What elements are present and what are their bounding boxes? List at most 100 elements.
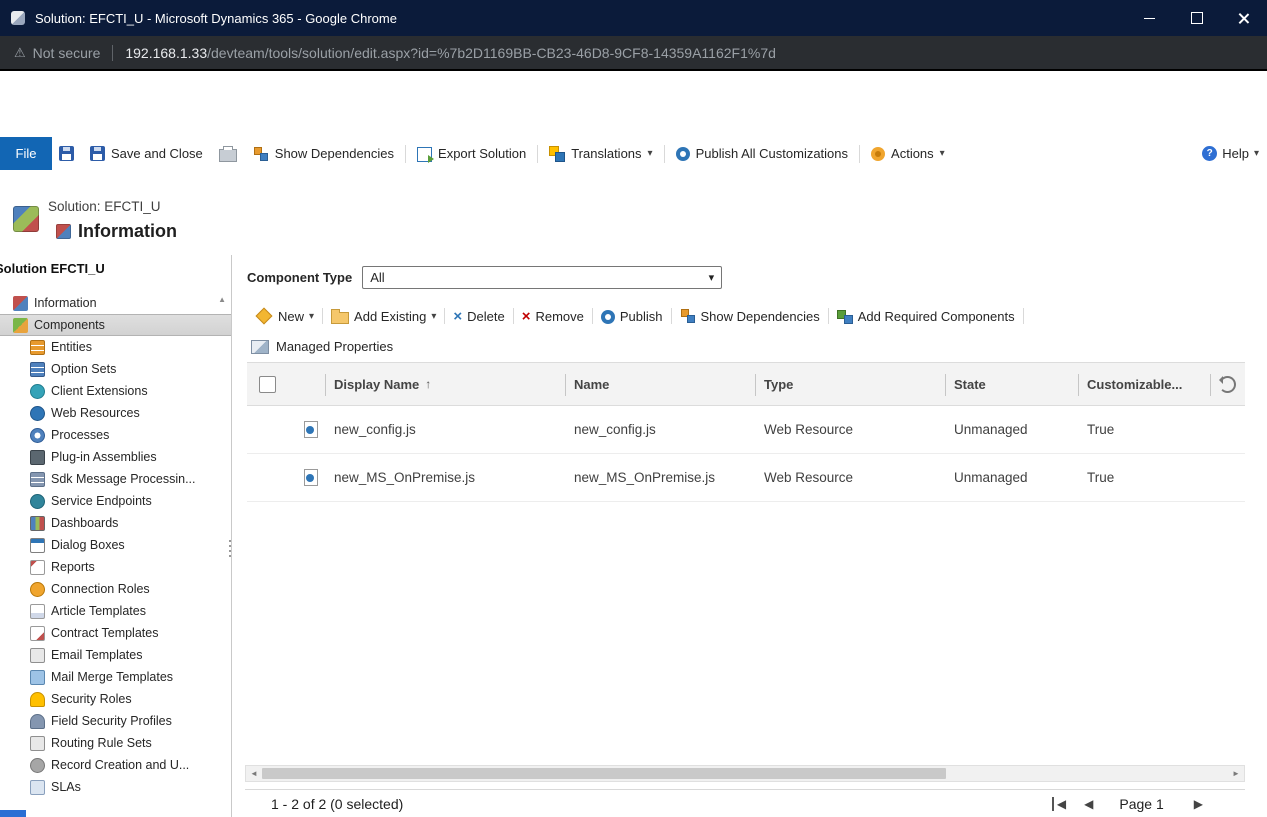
help-button[interactable]: ? Help ▾ xyxy=(1202,146,1267,161)
scrollbar-track[interactable] xyxy=(262,766,1228,781)
url-text[interactable]: 192.168.1.33/devteam/tools/solution/edit… xyxy=(125,45,776,61)
cell-type: Web Resource xyxy=(755,454,945,501)
first-page-button[interactable]: ◀ xyxy=(1052,797,1074,811)
sidebar-item-field-security-profiles[interactable]: Field Security Profiles xyxy=(0,710,231,732)
sidebar-item-web-resources[interactable]: Web Resources xyxy=(0,402,231,424)
table-row[interactable]: new_config.js new_config.js Web Resource… xyxy=(247,406,1245,454)
export-solution-icon xyxy=(417,147,432,162)
save-icon xyxy=(59,146,74,161)
sidebar-item-article-templates[interactable]: Article Templates xyxy=(0,600,231,622)
managed-properties-button[interactable]: Managed Properties xyxy=(251,334,393,358)
sidebar-item-processes[interactable]: Processes xyxy=(0,424,231,446)
sidebar-item-mail-merge-templates[interactable]: Mail Merge Templates xyxy=(0,666,231,688)
publish-button[interactable]: Publish xyxy=(593,301,671,331)
select-all-checkbox[interactable] xyxy=(259,376,276,393)
scroll-left-button[interactable]: ◄ xyxy=(246,766,262,781)
chevron-down-icon: ▾ xyxy=(431,311,436,322)
sidebar-title: Solution EFCTI_U xyxy=(0,261,231,276)
column-name[interactable]: Name xyxy=(565,363,755,405)
sidebar-item-connection-roles[interactable]: Connection Roles xyxy=(0,578,231,600)
sidebar-item-label: Client Extensions xyxy=(51,384,148,398)
print-button[interactable] xyxy=(212,137,244,170)
sidebar-scroll-up-arrow[interactable]: ▲ xyxy=(218,295,226,304)
sidebar-item-label: Sdk Message Processin... xyxy=(51,472,196,486)
close-button[interactable] xyxy=(1220,0,1267,36)
horizontal-scrollbar[interactable]: ◄ ► xyxy=(245,765,1245,782)
sidebar-item-dialog-boxes[interactable]: Dialog Boxes xyxy=(0,534,231,556)
app-icon xyxy=(11,11,25,25)
remove-button[interactable]: × Remove xyxy=(514,301,592,331)
minimize-button[interactable] xyxy=(1126,0,1173,36)
sidebar-item-record-creation[interactable]: Record Creation and U... xyxy=(0,754,231,776)
cell-display-name: new_config.js xyxy=(325,406,565,453)
publish-all-customizations-button[interactable]: Publish All Customizations xyxy=(667,137,857,170)
sidebar-item-plugin-assemblies[interactable]: Plug-in Assemblies xyxy=(0,446,231,468)
translations-button[interactable]: Translations ▾ xyxy=(540,137,661,170)
sidebar-item-contract-templates[interactable]: Contract Templates xyxy=(0,622,231,644)
column-type[interactable]: Type xyxy=(755,363,945,405)
save-and-close-button[interactable]: Save and Close xyxy=(81,137,212,170)
email-templates-icon xyxy=(30,648,45,663)
scrollbar-thumb[interactable] xyxy=(262,768,946,779)
sidebar-item-entities[interactable]: Entities xyxy=(0,336,231,358)
actions-button[interactable]: Actions ▾ xyxy=(862,137,954,170)
next-page-button[interactable]: ▶ xyxy=(1186,797,1211,811)
column-display-name[interactable]: Display Name ↑ xyxy=(325,363,565,405)
plugin-assemblies-icon xyxy=(30,450,45,465)
sidebar-item-option-sets[interactable]: Option Sets xyxy=(0,358,231,380)
refresh-icon[interactable] xyxy=(1219,376,1236,393)
publish-label: Publish xyxy=(620,309,663,324)
not-secure-label[interactable]: Not secure xyxy=(33,45,101,61)
sidebar-item-security-roles[interactable]: Security Roles xyxy=(0,688,231,710)
scroll-right-button[interactable]: ► xyxy=(1228,766,1244,781)
dashboards-icon xyxy=(30,516,45,531)
sidebar-item-client-extensions[interactable]: Client Extensions xyxy=(0,380,231,402)
separator xyxy=(664,145,665,163)
page-number-label: Page 1 xyxy=(1119,796,1163,812)
file-menu-button[interactable]: File xyxy=(0,137,52,170)
managed-properties-label: Managed Properties xyxy=(276,339,393,354)
sidebar-item-service-endpoints[interactable]: Service Endpoints xyxy=(0,490,231,512)
column-label: Type xyxy=(764,377,793,392)
dependencies-icon xyxy=(680,308,696,324)
sidebar-item-dashboards[interactable]: Dashboards xyxy=(0,512,231,534)
sidebar-item-sdk-message-processing[interactable]: Sdk Message Processin... xyxy=(0,468,231,490)
sidebar-item-reports[interactable]: Reports xyxy=(0,556,231,578)
save-button[interactable] xyxy=(52,137,81,170)
chevron-down-icon: ▾ xyxy=(309,311,314,322)
sidebar-item-email-templates[interactable]: Email Templates xyxy=(0,644,231,666)
sidebar-splitter-handle[interactable] xyxy=(225,533,234,563)
column-customizable[interactable]: Customizable... xyxy=(1078,363,1210,405)
dialog-boxes-icon xyxy=(30,538,45,553)
show-dependencies-button[interactable]: Show Dependencies xyxy=(244,137,403,170)
row-icon-cell xyxy=(287,406,325,453)
dependencies-icon xyxy=(253,146,269,162)
sidebar-item-routing-rule-sets[interactable]: Routing Rule Sets xyxy=(0,732,231,754)
previous-page-button[interactable]: ◀ xyxy=(1076,797,1101,811)
add-required-components-button[interactable]: Add Required Components xyxy=(829,301,1023,331)
new-button[interactable]: New ▾ xyxy=(247,301,322,331)
export-solution-button[interactable]: Export Solution xyxy=(408,137,535,170)
sidebar-item-label: Web Resources xyxy=(51,406,140,420)
minimize-icon xyxy=(1144,18,1155,19)
security-roles-icon xyxy=(30,692,45,707)
contract-templates-icon xyxy=(30,626,45,641)
sidebar-item-label: Record Creation and U... xyxy=(51,758,189,772)
maximize-button[interactable] xyxy=(1173,0,1220,36)
column-state[interactable]: State xyxy=(945,363,1078,405)
component-type-select[interactable]: All ▾ xyxy=(362,266,722,289)
remove-icon: × xyxy=(522,309,531,324)
delete-button[interactable]: × Delete xyxy=(445,301,512,331)
show-dependencies-grid-label: Show Dependencies xyxy=(701,309,820,324)
add-existing-button[interactable]: Add Existing ▾ xyxy=(323,301,444,331)
bottom-left-accent xyxy=(0,810,26,817)
address-bar[interactable]: ⚠ Not secure 192.168.1.33/devteam/tools/… xyxy=(0,36,1267,71)
sidebar-item-information[interactable]: Information xyxy=(0,292,231,314)
sidebar-item-label: Mail Merge Templates xyxy=(51,670,173,684)
sidebar-item-slas[interactable]: SLAs xyxy=(0,776,231,798)
sidebar-item-components[interactable]: Components xyxy=(0,314,231,336)
add-existing-icon xyxy=(331,312,349,324)
show-dependencies-grid-button[interactable]: Show Dependencies xyxy=(672,301,828,331)
table-row[interactable]: new_MS_OnPremise.js new_MS_OnPremise.js … xyxy=(247,454,1245,502)
sidebar-item-label: SLAs xyxy=(51,780,81,794)
